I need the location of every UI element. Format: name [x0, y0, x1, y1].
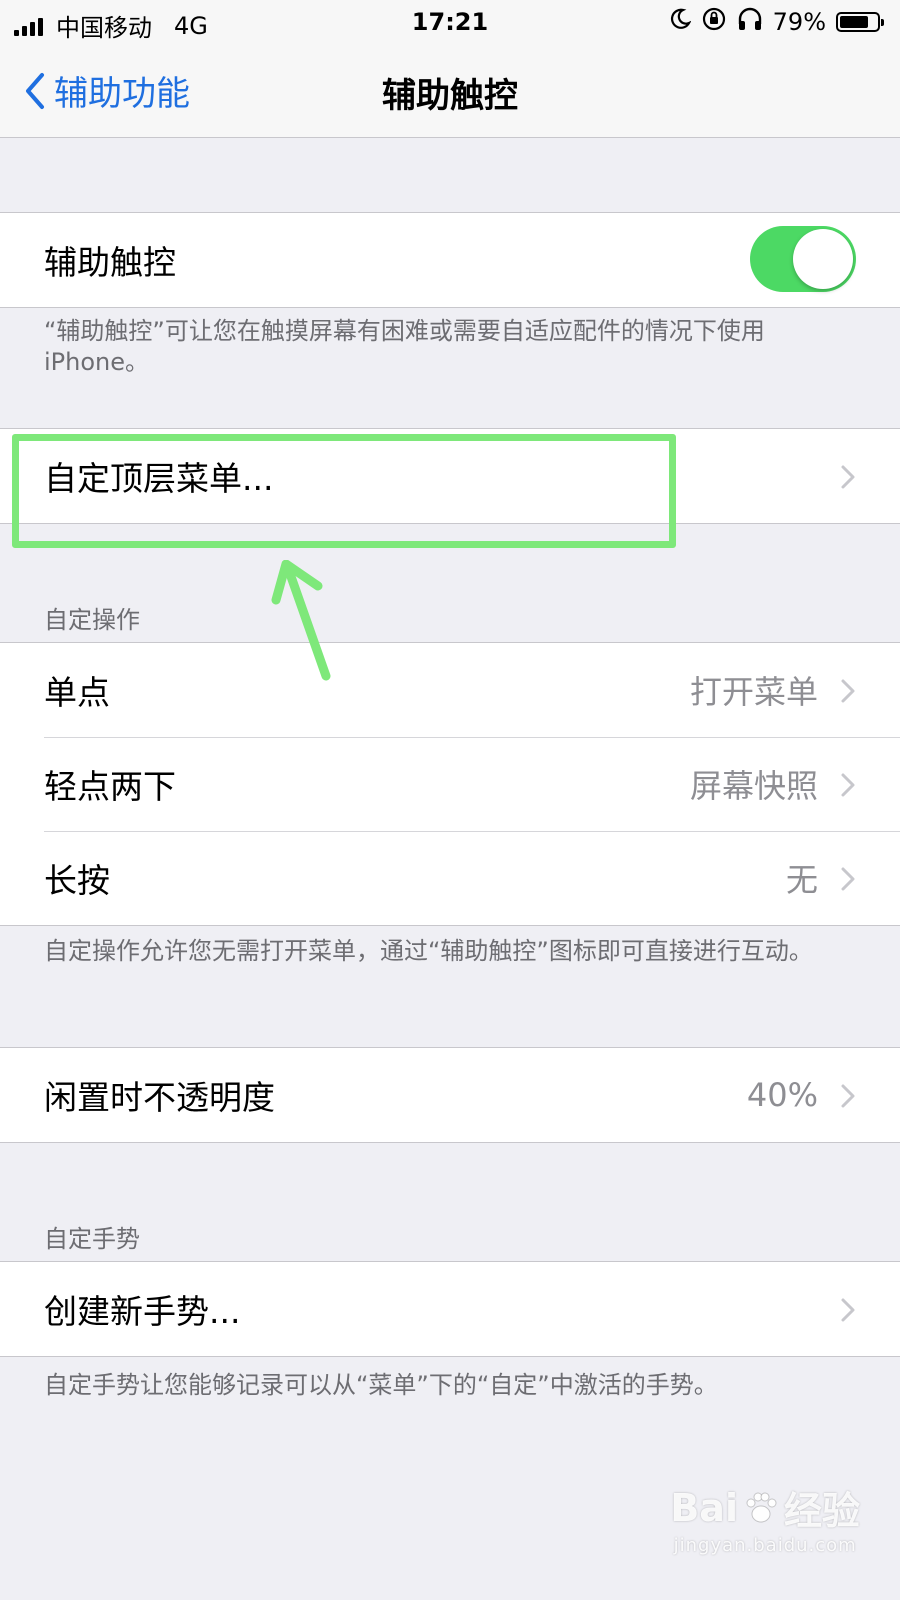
status-bar: 中国移动 4G 17:21 79%	[0, 0, 900, 44]
paw-icon	[746, 1492, 777, 1522]
idle-opacity-row[interactable]: 闲置时不透明度 40%	[0, 1048, 900, 1142]
row-label: 轻点两下	[44, 767, 176, 806]
row-value: 打开菜单	[689, 673, 818, 711]
row-value: 无	[785, 861, 818, 899]
assistive-touch-note: “辅助触控”可让您在触摸屏幕有困难或需要自适应配件的情况下使用 iPhone。	[44, 317, 765, 376]
baidu-watermark: Bai 经验 jingyan.baidu.com	[670, 1480, 860, 1557]
custom-actions-group: 单点 打开菜单 轻点两下 屏幕快照 长按 无	[0, 642, 900, 926]
custom-actions-header: 自定操作	[44, 606, 140, 634]
annotation-highlight-box	[12, 434, 676, 548]
chevron-right-icon	[841, 1298, 855, 1322]
row-label: 单点	[44, 673, 110, 712]
chevron-right-icon	[841, 1084, 855, 1108]
custom-gestures-note: 自定手势让您能够记录可以从“菜单”下的“自定”中激活的手势。	[44, 1371, 718, 1399]
battery-percent: 79%	[772, 8, 826, 36]
idle-opacity-label: 闲置时不透明度	[44, 1078, 275, 1117]
create-gesture-label: 创建新手势...	[44, 1292, 241, 1331]
navigation-bar: 辅助功能 辅助触控	[0, 44, 900, 138]
battery-icon	[836, 12, 884, 32]
assistive-touch-toggle[interactable]	[750, 226, 856, 292]
chevron-right-icon	[841, 773, 855, 797]
assistive-touch-group: 辅助触控	[0, 212, 900, 308]
custom-gestures-group: 创建新手势...	[0, 1261, 900, 1357]
toggle-knob	[793, 229, 853, 289]
moon-icon	[669, 8, 692, 36]
watermark-url: jingyan.baidu.com	[673, 1535, 857, 1556]
status-bar-right: 79%	[659, 6, 884, 38]
headphones-icon	[737, 7, 763, 37]
row-value: 屏幕快照	[689, 767, 818, 805]
long-press-row[interactable]: 长按 无	[0, 831, 900, 925]
custom-gestures-header: 自定手势	[44, 1225, 140, 1253]
watermark-brand: Bai	[670, 1485, 738, 1530]
orientation-lock-icon	[701, 6, 727, 38]
chevron-right-icon	[841, 465, 855, 489]
idle-opacity-group: 闲置时不透明度 40%	[0, 1047, 900, 1143]
create-gesture-row[interactable]: 创建新手势...	[0, 1262, 900, 1356]
assistive-touch-label: 辅助触控	[44, 243, 176, 282]
chevron-right-icon	[841, 867, 855, 891]
battery-fill	[840, 16, 869, 28]
page-title: 辅助触控	[382, 76, 518, 116]
single-tap-row[interactable]: 单点 打开菜单	[0, 643, 900, 737]
row-label: 长按	[44, 861, 110, 900]
idle-opacity-value: 40%	[746, 1076, 818, 1114]
double-tap-row[interactable]: 轻点两下 屏幕快照	[0, 737, 900, 831]
assistive-touch-row: 辅助触控	[0, 213, 900, 307]
watermark-brand-suffix: 经验	[783, 1489, 860, 1533]
chevron-right-icon	[841, 679, 855, 703]
annotation-arrow-icon	[271, 560, 331, 681]
watermark-logo: Bai 经验	[670, 1480, 860, 1535]
custom-actions-note: 自定操作允许您无需打开菜单，通过“辅助触控”图标即可直接进行互动。	[44, 937, 813, 965]
